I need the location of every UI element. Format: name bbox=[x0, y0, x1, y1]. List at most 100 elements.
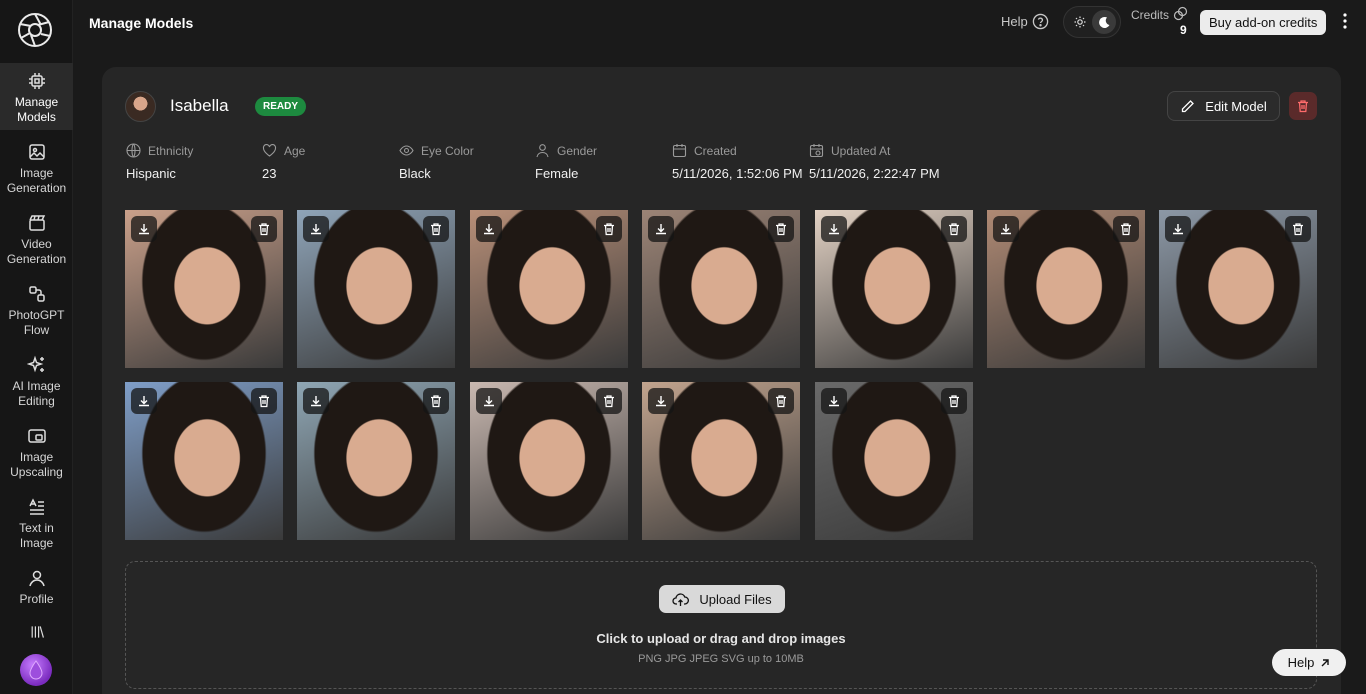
help-button-label: Help bbox=[1287, 655, 1315, 670]
aperture-logo-icon[interactable] bbox=[17, 12, 53, 48]
attr-value: 5/11/2026, 1:52:06 PM bbox=[672, 166, 803, 181]
delete-image-button[interactable] bbox=[768, 216, 795, 242]
attr-label: Created bbox=[694, 143, 737, 158]
flow-icon bbox=[28, 286, 45, 302]
upscale-icon bbox=[27, 429, 46, 443]
download-image-button[interactable] bbox=[820, 216, 847, 242]
delete-image-button[interactable] bbox=[940, 216, 967, 242]
sidebar-item-ai-image-editing[interactable]: AI Image Editing bbox=[0, 355, 73, 415]
user-avatar[interactable] bbox=[20, 654, 52, 686]
model-image[interactable] bbox=[469, 210, 628, 368]
arrow-up-right-icon bbox=[1321, 658, 1330, 666]
delete-image-button[interactable] bbox=[595, 388, 622, 414]
download-image-button[interactable] bbox=[648, 388, 675, 414]
sidebar-item-video-generation[interactable]: Video Generation bbox=[0, 213, 73, 273]
download-icon bbox=[828, 224, 839, 235]
model-avatar bbox=[125, 91, 156, 122]
sidebar-item-photogpt-flow[interactable]: PhotoGPT Flow bbox=[0, 284, 73, 344]
globe-icon bbox=[126, 143, 141, 158]
dark-mode-option[interactable] bbox=[1092, 10, 1116, 34]
download-image-button[interactable] bbox=[131, 388, 157, 414]
attr-gender: Gender Female bbox=[535, 143, 597, 182]
buy-credits-button[interactable]: Buy add-on credits bbox=[1200, 10, 1327, 35]
delete-image-button[interactable] bbox=[768, 388, 795, 414]
theme-toggle[interactable] bbox=[1063, 6, 1121, 38]
attr-value: Hispanic bbox=[126, 166, 176, 181]
sidebar-item-library[interactable] bbox=[0, 624, 73, 644]
clapperboard-icon bbox=[28, 215, 45, 231]
attr-label: Age bbox=[284, 143, 306, 158]
sidebar-item-image-upscaling[interactable]: Image Upscaling bbox=[0, 426, 73, 486]
help-button[interactable]: Help bbox=[1272, 649, 1346, 676]
download-image-button[interactable] bbox=[820, 388, 847, 414]
model-image[interactable] bbox=[987, 210, 1145, 368]
sidebar-item-text-in-image[interactable]: Text in Image bbox=[0, 497, 73, 557]
edit-model-button[interactable]: Edit Model bbox=[1167, 91, 1280, 121]
model-image[interactable] bbox=[297, 210, 456, 368]
pencil-icon bbox=[1182, 99, 1195, 112]
delete-image-button[interactable] bbox=[1285, 216, 1312, 242]
model-image[interactable] bbox=[642, 210, 801, 368]
page-title: Manage Models bbox=[89, 15, 194, 31]
credits-count: 9 bbox=[1180, 23, 1187, 37]
more-vertical-icon[interactable] bbox=[1343, 13, 1347, 29]
model-image[interactable] bbox=[297, 382, 456, 540]
light-mode-option[interactable] bbox=[1068, 10, 1092, 34]
image-icon bbox=[28, 144, 45, 160]
model-image[interactable] bbox=[1159, 210, 1318, 368]
text-icon bbox=[28, 498, 44, 515]
library-icon bbox=[31, 626, 44, 638]
download-image-button[interactable] bbox=[1165, 216, 1192, 242]
trash-icon bbox=[1121, 223, 1131, 236]
status-badge: READY bbox=[255, 97, 307, 116]
model-image[interactable] bbox=[469, 382, 628, 540]
download-image-button[interactable] bbox=[475, 388, 502, 414]
model-image[interactable] bbox=[814, 382, 973, 540]
model-name: Isabella bbox=[170, 96, 229, 115]
trash-icon bbox=[259, 395, 269, 408]
model-image[interactable] bbox=[642, 382, 801, 540]
trash-icon bbox=[1298, 100, 1308, 113]
attr-age: Age 23 bbox=[262, 143, 306, 182]
delete-image-button[interactable] bbox=[940, 388, 967, 414]
sparkles-icon bbox=[26, 355, 44, 373]
trash-icon bbox=[603, 223, 614, 236]
delete-image-button[interactable] bbox=[423, 216, 450, 242]
delete-image-button[interactable] bbox=[251, 216, 277, 242]
download-image-button[interactable] bbox=[993, 216, 1019, 242]
download-image-button[interactable] bbox=[648, 216, 675, 242]
download-image-button[interactable] bbox=[303, 216, 330, 242]
sidebar-item-label: AI Image Editing bbox=[12, 379, 61, 408]
download-icon bbox=[139, 224, 149, 235]
sidebar-item-image-generation[interactable]: Image Generation bbox=[0, 142, 73, 202]
help-link[interactable]: Help bbox=[1001, 13, 1049, 30]
download-icon bbox=[656, 396, 667, 407]
download-icon bbox=[1001, 224, 1011, 235]
question-circle-icon bbox=[1032, 13, 1048, 30]
trash-icon bbox=[948, 223, 959, 236]
model-image[interactable] bbox=[814, 210, 973, 368]
delete-image-button[interactable] bbox=[423, 388, 450, 414]
model-image[interactable] bbox=[125, 210, 283, 368]
delete-image-button[interactable] bbox=[1113, 216, 1139, 242]
download-image-button[interactable] bbox=[303, 388, 330, 414]
cloud-upload-icon bbox=[672, 592, 690, 606]
delete-image-button[interactable] bbox=[251, 388, 277, 414]
eye-icon bbox=[399, 145, 414, 156]
delete-image-button[interactable] bbox=[595, 216, 622, 242]
download-image-button[interactable] bbox=[131, 216, 157, 242]
attr-updated-at: Updated At 5/11/2026, 2:22:47 PM bbox=[809, 143, 940, 182]
upload-files-button[interactable]: Upload Files bbox=[659, 585, 785, 613]
model-image[interactable] bbox=[125, 382, 283, 540]
trash-icon bbox=[259, 223, 269, 236]
upload-dropzone[interactable]: Upload Files Click to upload or drag and… bbox=[125, 561, 1317, 689]
sidebar-item-profile[interactable]: Profile bbox=[0, 568, 73, 613]
sidebar-item-manage-models[interactable]: Manage Models bbox=[0, 63, 73, 130]
delete-model-button[interactable] bbox=[1289, 92, 1317, 120]
credits-label: Credits bbox=[1131, 8, 1170, 22]
heart-icon bbox=[262, 144, 277, 157]
download-image-button[interactable] bbox=[475, 216, 502, 242]
download-icon bbox=[483, 396, 494, 407]
attr-ethnicity: Ethnicity Hispanic bbox=[126, 143, 193, 181]
download-icon bbox=[311, 396, 322, 407]
